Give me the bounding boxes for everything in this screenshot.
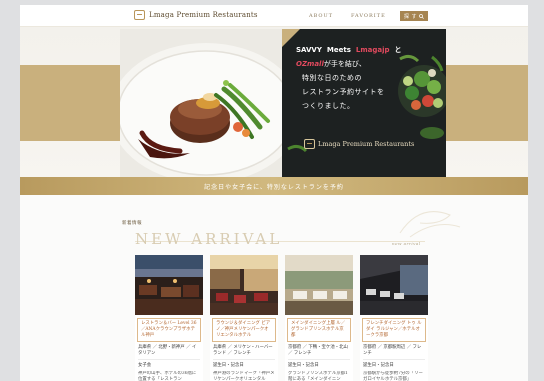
panel-logo-text: Lmaga Premium Restaurants xyxy=(318,140,415,148)
brand-tail: と xyxy=(394,46,402,54)
page: Lmaga Premium Restaurants ABOUT FAVORITE… xyxy=(20,5,528,381)
restaurant-photo[interactable] xyxy=(285,255,353,315)
site-logo[interactable]: Lmaga Premium Restaurants xyxy=(134,10,258,20)
restaurant-occasion: 誕生日・記念日 xyxy=(213,363,244,368)
brand-oz-tail: が手を結び、 xyxy=(323,60,366,68)
restaurant-photo[interactable] xyxy=(135,255,203,315)
restaurant-cards: レストラン＆バー Level 36／ANAクラウンプラザホテル神戸 兵庫県 ／ … xyxy=(135,255,429,381)
search-button[interactable]: 探 す xyxy=(400,11,428,21)
partner-oz: OZmallが手を結び、 xyxy=(296,59,366,69)
card-divider xyxy=(363,359,425,360)
restaurant-occasion: 誕生日・記念日 xyxy=(363,363,394,368)
site-header: Lmaga Premium Restaurants ABOUT FAVORITE… xyxy=(20,5,528,27)
hero-text-panel: SAVVY Meets Lmagajp と OZmallが手を結び、 特別な日の… xyxy=(282,29,446,177)
restaurant-photo[interactable] xyxy=(360,255,428,315)
restaurant-description: グランドプリンスホテル京都1階にある「メインダイニン xyxy=(288,371,348,381)
logo-text: Lmaga Premium Restaurants xyxy=(149,11,258,19)
restaurant-occasion: 誕生日・記念日 xyxy=(288,363,319,368)
restaurant-name[interactable]: フレンチダイニング トゥ ル ダイ ラルジャン／ホテルオークラ京都 xyxy=(362,318,426,342)
brand-lmaga: Lmagajp xyxy=(355,46,390,54)
hero-copy: 特別な日のための レストラン予約サイトを つくりました。 xyxy=(302,71,385,113)
nav-favorite[interactable]: FAVORITE xyxy=(351,13,386,19)
hero-line: 特別な日のための xyxy=(302,74,362,82)
brand-savvy: SAVVY xyxy=(296,46,322,54)
restaurant-card[interactable]: フレンチダイニング トゥ ル ダイ ラルジャン／ホテルオークラ京都 京都府 ／ … xyxy=(360,255,428,381)
card-divider xyxy=(138,359,200,360)
restaurant-description: 神戸の山手、ホテルの36階に位置する「レストラン xyxy=(138,371,197,381)
panel-logo: Lmaga Premium Restaurants xyxy=(304,139,414,149)
search-button-label: 探 す xyxy=(403,13,418,20)
card-divider xyxy=(213,359,275,360)
restaurant-tags: 兵庫県 ／ メリケン・ハーバーランド ／ フレンチ xyxy=(213,345,273,356)
section-title: NEW ARRIVAL xyxy=(135,230,283,248)
hero: SAVVY Meets Lmagajp と OZmallが手を結び、 特別な日の… xyxy=(20,27,528,177)
restaurant-card[interactable]: レストラン＆バー Level 36／ANAクラウンプラザホテル神戸 兵庫県 ／ … xyxy=(135,255,203,381)
restaurant-name[interactable]: メインダイニング上層 ル／グランドプリンスホテル京都 xyxy=(287,318,351,342)
brand-meets: Meets xyxy=(326,46,351,54)
restaurant-occasion: 女子会 xyxy=(138,363,152,368)
nav-about[interactable]: ABOUT xyxy=(309,13,333,19)
brand-ozmall: OZmall xyxy=(296,60,324,68)
card-divider xyxy=(288,359,350,360)
restaurant-tags: 京都府 ／ 京都駅周辺 ／ フレンチ xyxy=(363,345,422,356)
banner-text: 記念日や女子会に、特別なレストランを予約 xyxy=(204,183,344,191)
hero-line: レストラン予約サイトを xyxy=(302,88,385,96)
restaurant-card[interactable]: ラウンジ＆ダイニング ピアノ／神戸メリケンパークオリエンタルホテル 兵庫県 ／ … xyxy=(210,255,278,381)
section-label: 新着情報 xyxy=(122,221,142,226)
section-subtitle: new arrival xyxy=(392,241,421,246)
restaurant-description: 京都駅から徒歩約7分の「リーガロイヤルホテル京都」 xyxy=(363,371,423,381)
logo-icon xyxy=(134,10,145,20)
logo-icon xyxy=(304,139,315,149)
restaurant-name[interactable]: レストラン＆バー Level 36／ANAクラウンプラザホテル神戸 xyxy=(137,318,201,342)
restaurant-photo[interactable] xyxy=(210,255,278,315)
restaurant-tags: 兵庫県 ／ 北野・新神戸 ／ イタリアン xyxy=(138,345,197,356)
search-icon xyxy=(419,13,424,19)
restaurant-name[interactable]: ラウンジ＆ダイニング ピアノ／神戸メリケンパークオリエンタルホテル xyxy=(212,318,276,342)
hero-food-photo xyxy=(120,29,286,177)
restaurant-tags: 京都府 ／ 下鴨・宝ケ池・北山 ／ フレンチ xyxy=(288,345,348,356)
hero-line: つくりました。 xyxy=(302,102,355,110)
restaurant-card[interactable]: メインダイニング上層 ル／グランドプリンスホテル京都 京都府 ／ 下鴨・宝ケ池・… xyxy=(285,255,353,381)
restaurant-description: 神戸港のランドマーク「神戸メリケンパークオリエンタル xyxy=(213,371,275,381)
partner-brands: SAVVY Meets Lmagajp と xyxy=(296,45,402,55)
